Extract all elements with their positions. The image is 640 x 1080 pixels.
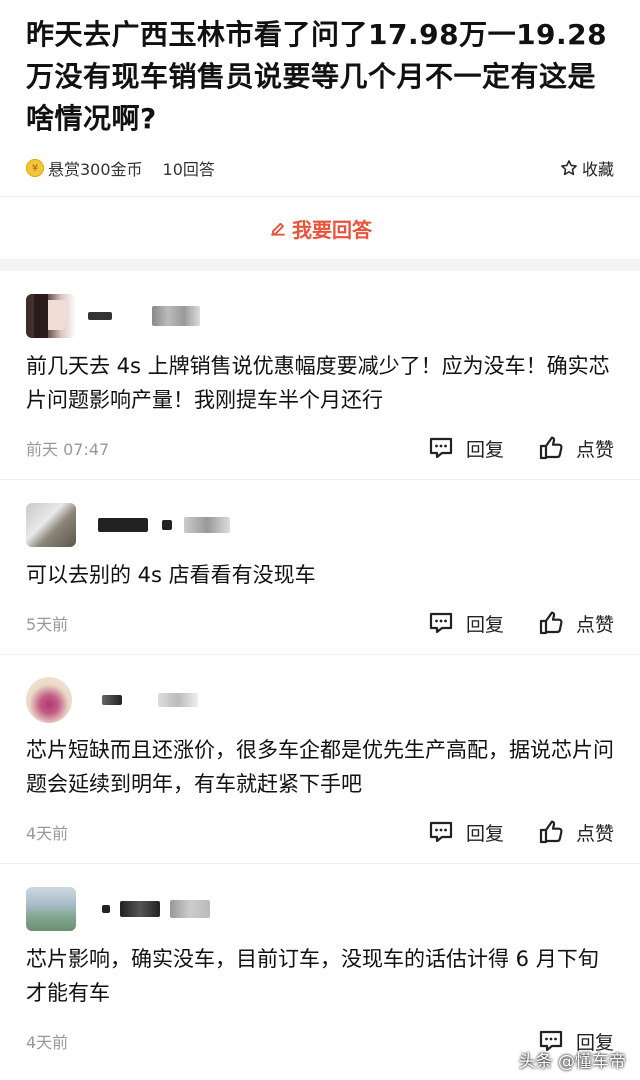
- reply-icon: [429, 612, 453, 634]
- answers-count: 10回答: [162, 160, 215, 179]
- comment-time: 前天 07:47: [26, 440, 110, 459]
- comment-text: 前几天去 4s 上牌销售说优惠幅度要减少了！应为没车！确实芯片问题影响产量！我刚…: [26, 354, 610, 412]
- comment-text: 芯片短缺而且还涨价，很多车企都是优先生产高配，据说芯片问题会延续到明年，有车就赶…: [26, 738, 614, 796]
- user-level-blurred: [152, 306, 200, 326]
- favorite-label: 收藏: [581, 160, 614, 179]
- reply-icon: [429, 437, 453, 459]
- like-button[interactable]: 点赞: [538, 435, 614, 462]
- like-button[interactable]: 点赞: [538, 610, 614, 637]
- question-header: 昨天去广西玉林市看了问了17.98万一19.28万没有现车销售员说要等几个月不一…: [0, 0, 640, 186]
- like-label: 点赞: [575, 613, 614, 636]
- user-tag-blurred: [170, 900, 210, 918]
- star-icon: [561, 160, 577, 176]
- reply-button[interactable]: 回复: [428, 435, 504, 462]
- like-button[interactable]: 点赞: [538, 819, 614, 846]
- comment-header: [26, 291, 614, 341]
- comment-actions: 回复 点赞: [394, 435, 614, 462]
- comment-header: [26, 884, 614, 934]
- comment-text: 芯片影响，确实没车，目前订车，没现车的话估计得 6 月下旬才能有车: [26, 947, 599, 1005]
- user-tag-blurred: [184, 517, 230, 533]
- like-label: 点赞: [575, 438, 614, 461]
- comment-text: 可以去别的 4s 店看看有没现车: [26, 563, 316, 587]
- avatar[interactable]: [26, 294, 76, 338]
- avatar[interactable]: [26, 887, 76, 931]
- comment-header: [26, 675, 614, 725]
- answer-button[interactable]: 我要回答: [0, 197, 640, 259]
- answer-button-label: 我要回答: [292, 217, 372, 242]
- coin-icon: ¥: [26, 159, 44, 177]
- avatar[interactable]: [26, 503, 76, 547]
- section-gap: [0, 259, 640, 271]
- comment-actions: 回复 点赞: [394, 819, 614, 846]
- username-blurred: [102, 695, 122, 705]
- username-blurred: [102, 905, 110, 913]
- like-label: 点赞: [575, 822, 614, 845]
- comment-footer: 4天前 回复 点赞: [26, 801, 614, 863]
- reply-label: 回复: [465, 613, 504, 636]
- reward-label: 悬赏300金币: [48, 160, 143, 179]
- comment-item: 前几天去 4s 上牌销售说优惠幅度要减少了！应为没车！确实芯片问题影响产量！我刚…: [0, 271, 640, 480]
- comment-item: 芯片影响，确实没车，目前订车，没现车的话估计得 6 月下旬才能有车 4天前 回复: [0, 864, 640, 1072]
- thumbs-up-icon: [539, 436, 563, 460]
- comment-actions: 回复 点赞: [394, 610, 614, 637]
- username-blurred: [98, 518, 148, 532]
- reply-button[interactable]: 回复: [428, 819, 504, 846]
- reply-icon: [429, 821, 453, 843]
- username-blurred: [88, 312, 112, 320]
- pencil-icon: [271, 222, 285, 236]
- comment-item: 芯片短缺而且还涨价，很多车企都是优先生产高配，据说芯片问题会延续到明年，有车就赶…: [0, 655, 640, 864]
- comment-footer: 5天前 回复 点赞: [26, 592, 614, 654]
- user-level-blurred: [158, 693, 198, 707]
- question-title: 昨天去广西玉林市看了问了17.98万一19.28万没有现车销售员说要等几个月不一…: [26, 18, 608, 135]
- reward: ¥ 悬赏300金币: [26, 156, 143, 180]
- favorite-button[interactable]: 收藏: [560, 156, 614, 180]
- thumbs-up-icon: [539, 820, 563, 844]
- user-level-blurred: [162, 520, 172, 530]
- comment-item: 可以去别的 4s 店看看有没现车 5天前 回复 点赞: [0, 480, 640, 655]
- user-level-blurred: [120, 901, 160, 917]
- comment-time: 5天前: [26, 615, 69, 634]
- reply-label: 回复: [465, 822, 504, 845]
- reply-button[interactable]: 回复: [428, 610, 504, 637]
- question-meta: ¥ 悬赏300金币 10回答 收藏: [26, 150, 614, 186]
- thumbs-up-icon: [539, 611, 563, 635]
- reply-label: 回复: [465, 438, 504, 461]
- comment-time: 4天前: [26, 1033, 69, 1052]
- comment-header: [26, 500, 614, 550]
- avatar[interactable]: [26, 677, 72, 723]
- comment-footer: 前天 07:47 回复 点赞: [26, 417, 614, 479]
- comment-time: 4天前: [26, 824, 69, 843]
- watermark: 头条 @懂车帝: [518, 1052, 626, 1072]
